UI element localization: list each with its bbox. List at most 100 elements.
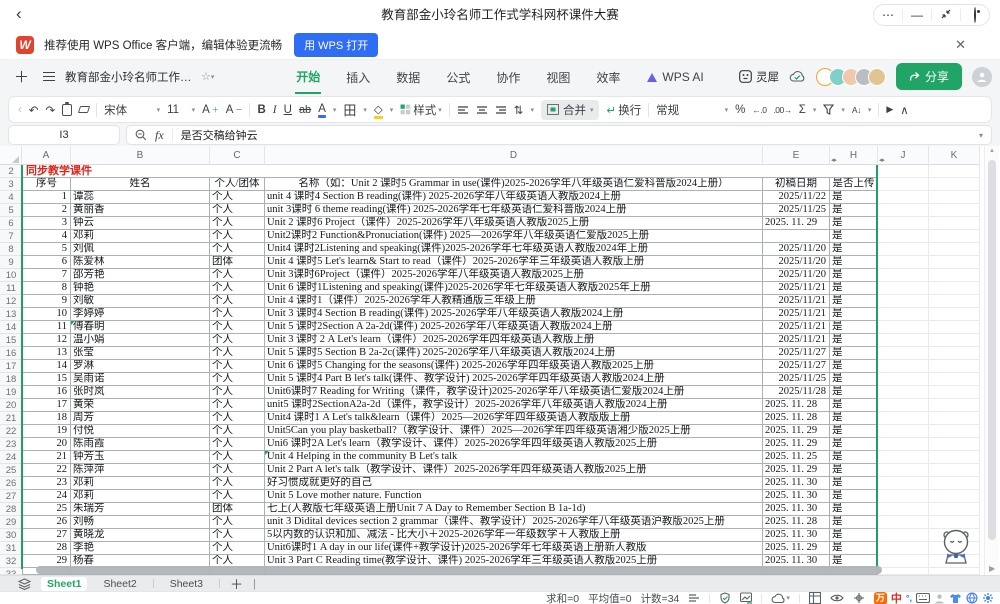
cell-name[interactable]: 陈爱林 — [71, 256, 210, 269]
decrease-font-icon[interactable]: A－ — [226, 104, 243, 116]
vertical-align-dropdown-icon[interactable]: ▾ — [530, 106, 534, 114]
cell-title[interactable]: Unit 5 课时2Section A 2a-2d(课件) 2025-2026学… — [265, 321, 763, 334]
decrease-decimal-icon[interactable]: .00→ — [773, 105, 791, 115]
document-title[interactable]: 教育部金小玲名师工作式学科... — [65, 69, 195, 85]
cell-date[interactable]: 2025. 11. 30 — [763, 529, 830, 542]
cell-name[interactable]: 吴雨诺 — [71, 373, 210, 386]
filter-dropdown-icon[interactable]: ▾ — [841, 106, 845, 114]
formula-expand-icon[interactable]: ▾ — [979, 131, 983, 140]
cell-date[interactable]: 2025. 11. 29 — [763, 217, 830, 230]
cell-type[interactable]: 个人 — [210, 516, 265, 529]
empty-cell[interactable] — [878, 334, 929, 347]
cell-name[interactable]: 周芳 — [71, 412, 210, 425]
cell-type[interactable]: 个人 — [210, 230, 265, 243]
cell-name[interactable]: 邓莉 — [71, 477, 210, 490]
table-view-icon[interactable] — [809, 592, 821, 604]
user-avatar[interactable] — [972, 67, 992, 87]
column-header-b[interactable]: B — [71, 146, 210, 165]
cell-uploaded[interactable]: 是 — [830, 529, 878, 542]
column-title-cell[interactable]: 初稿日期 — [763, 178, 830, 191]
empty-cell[interactable] — [929, 438, 980, 451]
row-header-6[interactable]: 6 — [0, 217, 22, 230]
empty-cell[interactable] — [929, 451, 980, 464]
cell-name[interactable]: 陈萍萍 — [71, 464, 210, 477]
empty-cell[interactable] — [878, 464, 929, 477]
cell-name[interactable]: 邓莉 — [71, 230, 210, 243]
cell-title[interactable]: unit5 课时2SectionA2a-2d（课件，教学设计）2025-2026… — [265, 399, 763, 412]
cell-title[interactable]: Unit 6 课时1Listening and speaking(课件)2025… — [265, 282, 763, 295]
menu-tab-视图[interactable]: 视图 — [545, 61, 571, 93]
cell-date[interactable]: 2025. 11. 29 — [763, 425, 830, 438]
section-title-cell[interactable]: 同步教学课件 — [22, 165, 878, 178]
row-header-29[interactable]: 29 — [0, 516, 22, 529]
empty-cell[interactable] — [878, 503, 929, 516]
cell-type[interactable]: 个人 — [210, 412, 265, 425]
undo-icon[interactable]: ↶ — [29, 103, 39, 117]
cell-type[interactable]: 个人 — [210, 477, 265, 490]
cell-type[interactable]: 个人 — [210, 334, 265, 347]
empty-cell[interactable] — [878, 516, 929, 529]
cell-serial[interactable]: 16 — [22, 386, 71, 399]
row-header-32[interactable]: 32 — [0, 555, 22, 568]
empty-cell[interactable] — [878, 347, 929, 360]
cell-serial[interactable]: 11 — [22, 321, 71, 334]
empty-cell[interactable] — [878, 412, 929, 425]
cell-type[interactable]: 个人 — [210, 269, 265, 282]
expand-more-icon[interactable]: ▶ — [886, 104, 893, 115]
ime-network-icon[interactable] — [966, 592, 978, 604]
row-header-4[interactable]: 4 — [0, 191, 22, 204]
scroll-up-icon[interactable]: ▲ — [989, 148, 995, 154]
cell-uploaded[interactable]: 是 — [830, 451, 878, 464]
cell-date[interactable]: 2025. 11. 29 — [763, 438, 830, 451]
empty-cell[interactable] — [878, 555, 929, 568]
collaborator-avatar[interactable] — [868, 68, 886, 86]
empty-cell[interactable] — [929, 464, 980, 477]
cell-date[interactable]: 2025/11/21 — [763, 334, 830, 347]
cell-title[interactable]: Unit 4 Helping in the community B Let's … — [265, 451, 763, 464]
empty-cell[interactable] — [929, 568, 980, 575]
cell-date[interactable]: 2025. 11. 28 — [763, 516, 830, 529]
new-tab-icon[interactable]: ＋ — [14, 66, 29, 87]
cell-serial[interactable]: 19 — [22, 425, 71, 438]
cell-name[interactable]: 陈雨霞 — [71, 438, 210, 451]
cell-type[interactable]: 个人 — [210, 490, 265, 503]
row-header-17[interactable]: 17 — [0, 360, 22, 373]
row-header-5[interactable]: 5 — [0, 204, 22, 217]
menu-tab-开始[interactable]: 开始 — [295, 60, 321, 94]
cell-type[interactable]: 个人 — [210, 321, 265, 334]
cell-serial[interactable]: 2 — [22, 204, 71, 217]
align-center-icon[interactable] — [476, 105, 488, 115]
hidden-columns-icon[interactable]: ◂▸ — [831, 151, 836, 170]
row-header-13[interactable]: 13 — [0, 308, 22, 321]
cell-date[interactable]: 2025/11/21 — [763, 295, 830, 308]
row-header-10[interactable]: 10 — [0, 269, 22, 282]
cell-type[interactable]: 个人 — [210, 451, 265, 464]
cell-type[interactable]: 个人 — [210, 347, 265, 360]
cell-title[interactable]: Unit 2 Part A let's talk（教学设计、课件）2025-20… — [265, 464, 763, 477]
cell-uploaded[interactable]: 是 — [830, 503, 878, 516]
cell-date[interactable]: 2025/11/20 — [763, 243, 830, 256]
cell-title[interactable]: Unit2课时2 Function&Pronuciation(课件) 2025—… — [265, 230, 763, 243]
cell-serial[interactable]: 8 — [22, 282, 71, 295]
cell-uploaded[interactable]: 是 — [830, 347, 878, 360]
formula-value[interactable]: 是否交稿给钟云 — [181, 127, 971, 143]
menu-tab-数据[interactable]: 数据 — [395, 61, 421, 93]
empty-cell[interactable] — [929, 204, 980, 217]
merge-cells-button[interactable]: 合并▾ — [541, 100, 600, 120]
cell-type[interactable]: 个人 — [210, 191, 265, 204]
cell-serial[interactable]: 13 — [22, 347, 71, 360]
cell-title[interactable]: Unit4 课时1 A Let's talk&learn（课件）2025—202… — [265, 412, 763, 425]
empty-cell[interactable] — [929, 256, 980, 269]
ime-language-icon[interactable]: 中 — [891, 590, 902, 604]
empty-cell[interactable] — [929, 308, 980, 321]
italic-icon[interactable]: I — [273, 104, 277, 116]
cell-name[interactable]: 李婷婷 — [71, 308, 210, 321]
cell-date[interactable]: 2025/11/20 — [763, 269, 830, 282]
locate-icon[interactable] — [853, 592, 865, 604]
cell-uploaded[interactable]: 是 — [830, 477, 878, 490]
empty-cell[interactable] — [929, 191, 980, 204]
column-header-e[interactable]: E◂▸ — [763, 146, 830, 165]
cell-serial[interactable]: 6 — [22, 256, 71, 269]
row-header-20[interactable]: 20 — [0, 399, 22, 412]
number-format-select[interactable]: 常规▾ — [656, 102, 728, 118]
